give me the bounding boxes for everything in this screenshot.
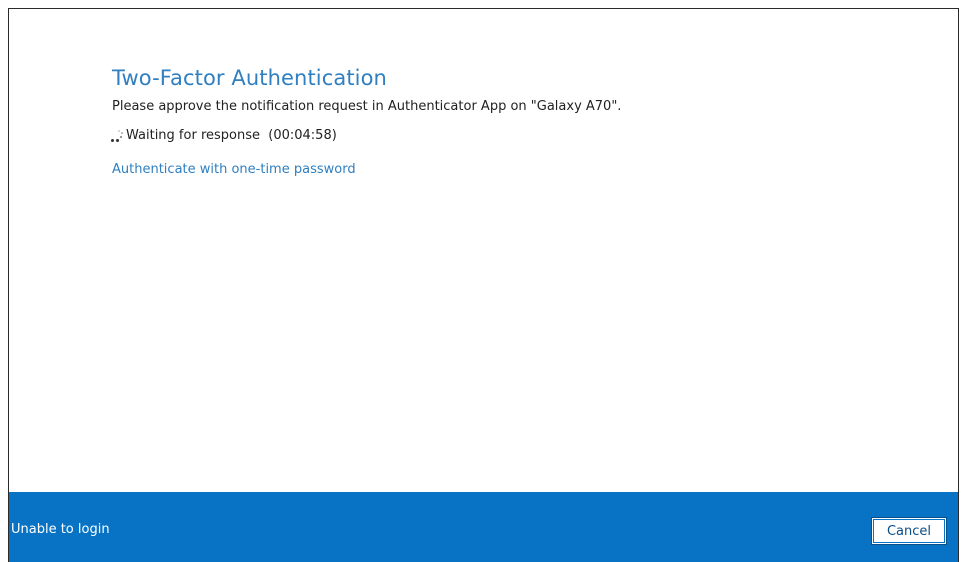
unable-to-login-link[interactable]: Unable to login <box>11 522 110 537</box>
cancel-button[interactable]: Cancel <box>871 517 947 545</box>
status-spacer <box>260 127 268 145</box>
page-title: Two-Factor Authentication <box>112 66 387 90</box>
one-time-password-link[interactable]: Authenticate with one-time password <box>112 161 356 179</box>
waiting-status: Waiting for response (00:04:58) <box>111 127 918 145</box>
approval-message: Please approve the notification request … <box>112 99 622 114</box>
two-factor-dialog: Two-Factor Authentication Please approve… <box>8 8 959 562</box>
dialog-footer: Unable to login Cancel <box>9 492 958 562</box>
dialog-content: Two-Factor Authentication Please approve… <box>111 64 918 179</box>
countdown-timer: (00:04:58) <box>268 128 337 143</box>
loading-spinner-icon <box>111 130 123 142</box>
status-label: Waiting for response <box>126 128 260 143</box>
